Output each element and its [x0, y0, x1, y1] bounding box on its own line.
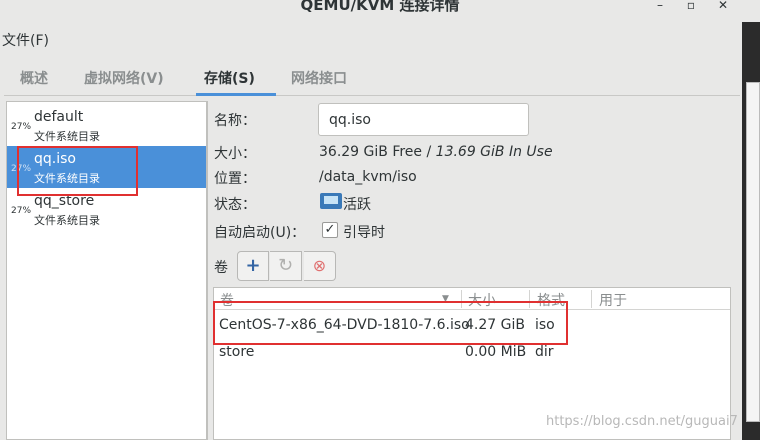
volumes-label: 卷 — [214, 260, 228, 276]
location-value: /data_kvm/iso — [319, 169, 417, 185]
pool-item-default[interactable]: 27% default 文件系统目录 — [7, 104, 206, 146]
minimize-icon[interactable]: – — [650, 0, 670, 12]
pool-name-field[interactable] — [318, 103, 529, 136]
size-label: 大小： — [214, 146, 256, 162]
autostart-checkbox[interactable]: ✓ — [322, 222, 338, 238]
size-value: 36.29 GiB Free / 13.69 GiB In Use — [319, 144, 553, 160]
active-tab-indicator — [196, 93, 276, 96]
background-pane — [746, 82, 760, 422]
close-icon[interactable]: ✕ — [713, 0, 733, 12]
pool-usage: 27% — [11, 122, 32, 132]
title-bar: QEMU/KVM 连接详情 – ▫ ✕ — [0, 0, 760, 22]
maximize-icon[interactable]: ▫ — [681, 0, 701, 12]
tab-storage[interactable]: 存储(S) — [204, 68, 255, 88]
size-free: 36.29 GiB Free / — [319, 144, 436, 160]
monitor-icon — [320, 193, 342, 209]
tab-network-interfaces[interactable]: 网络接口 — [291, 68, 347, 88]
size-in-use: 13.69 GiB In Use — [435, 144, 553, 160]
panel-divider[interactable] — [207, 101, 208, 440]
delete-volume-button[interactable]: ⊗ — [304, 251, 336, 281]
background-window-edge — [742, 22, 760, 440]
window-title: QEMU/KVM 连接详情 — [300, 0, 460, 14]
highlight-box-volume — [213, 301, 568, 345]
add-volume-button[interactable]: + — [237, 251, 269, 281]
tab-strip: 概述 虚拟网络(V) 存储(S) 网络接口 — [4, 58, 740, 96]
autostart-value: 引导时 — [343, 225, 385, 241]
volume-format: dir — [535, 344, 554, 360]
state-label: 状态： — [214, 197, 256, 213]
menu-file[interactable]: 文件(F) — [2, 30, 49, 50]
header-used-by[interactable]: 用于 — [599, 290, 627, 310]
pool-usage: 27% — [11, 206, 32, 216]
refresh-icon[interactable]: ↻ — [270, 251, 302, 281]
pool-type: 文件系统目录 — [34, 214, 100, 227]
pool-type: 文件系统目录 — [34, 130, 100, 143]
volume-name: store — [219, 344, 255, 360]
watermark: https://blog.csdn.net/guguai7 — [546, 414, 738, 429]
autostart-label: 自动启动(U)： — [214, 225, 306, 241]
state-value: 活跃 — [343, 197, 371, 213]
tab-virtual-networks[interactable]: 虚拟网络(V) — [84, 68, 164, 88]
pool-name: default — [34, 109, 84, 125]
volume-size: 0.00 MiB — [465, 344, 527, 360]
menu-bar: 文件(F) — [0, 28, 742, 50]
location-label: 位置： — [214, 171, 256, 187]
name-label: 名称： — [214, 113, 256, 129]
column-divider — [591, 290, 592, 308]
highlight-box-pool — [17, 146, 138, 196]
tab-overview[interactable]: 概述 — [20, 68, 48, 88]
